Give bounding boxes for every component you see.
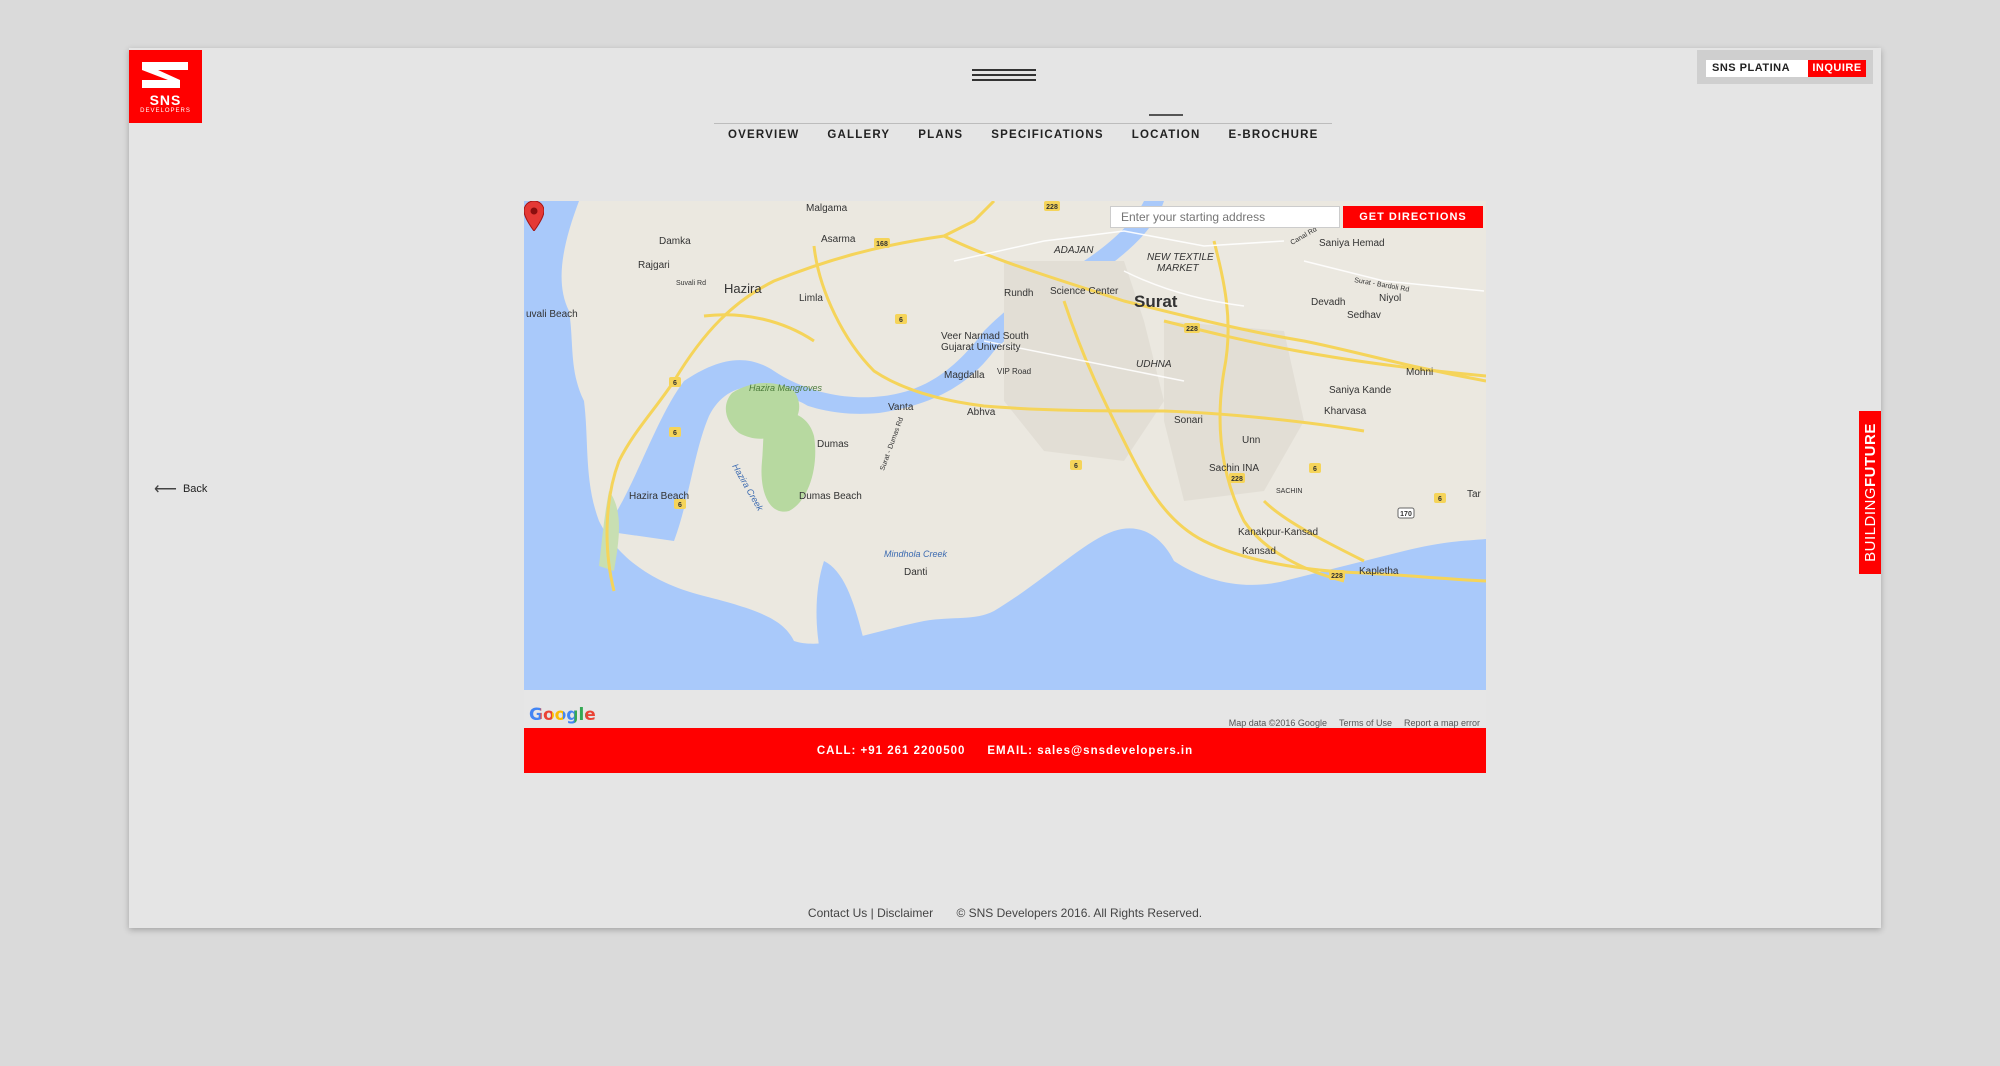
place-niyol: Niyol xyxy=(1379,293,1401,304)
copyright-text: © SNS Developers 2016. All Rights Reserv… xyxy=(956,906,1203,920)
place-damka: Damka xyxy=(659,236,691,247)
map-canvas[interactable]: Malgama Damka Asarma Rajgari Hazira Liml… xyxy=(524,201,1486,691)
place-market: MARKET xyxy=(1157,263,1200,274)
place-sedhav: Sedhav xyxy=(1347,310,1381,321)
inquire-button[interactable]: INQUIRE xyxy=(1808,60,1866,77)
place-kansad: Kansad xyxy=(1242,546,1276,557)
nav-e-brochure[interactable]: E-BROCHURE xyxy=(1215,124,1333,154)
main-nav: OVERVIEW GALLERY PLANS SPECIFICATIONS LO… xyxy=(714,114,1333,154)
place-rajgari: Rajgari xyxy=(638,260,670,271)
place-adajan: ADAJAN xyxy=(1053,245,1094,256)
place-gujarat-university: Gujarat University xyxy=(941,342,1020,353)
place-sachin-ina: Sachin INA xyxy=(1209,463,1259,474)
place-devadh: Devadh xyxy=(1311,297,1345,308)
place-uvali-beach: uvali Beach xyxy=(526,309,578,320)
tab-part1: BUILDING xyxy=(1861,486,1879,562)
place-unn: Unn xyxy=(1242,435,1260,446)
shield-6-b: 6 xyxy=(673,430,677,437)
place-surat: Surat xyxy=(1134,292,1178,311)
place-saniya-hemad: Saniya Hemad xyxy=(1319,238,1385,249)
contact-us-link[interactable]: Contact Us xyxy=(808,906,867,920)
place-sonari: Sonari xyxy=(1174,415,1203,426)
nav-plans[interactable]: PLANS xyxy=(904,124,977,154)
logo-mark-icon xyxy=(142,62,188,88)
place-danti: Danti xyxy=(904,567,927,578)
shield-6-g: 6 xyxy=(673,380,677,387)
place-udhna: UDHNA xyxy=(1136,359,1172,370)
contact-bar: CALL: +91 261 2200500 EMAIL: sales@snsde… xyxy=(524,728,1486,773)
disclaimer-link[interactable]: Disclaimer xyxy=(877,906,933,920)
place-rundh: Rundh xyxy=(1004,288,1033,299)
place-science-center: Science Center xyxy=(1050,286,1119,297)
shield-6-a: 6 xyxy=(899,317,903,324)
project-switcher: SNS PLATINA INQUIRE xyxy=(1697,50,1873,84)
shield-6-e: 6 xyxy=(1313,466,1317,473)
starting-address-input[interactable] xyxy=(1110,206,1340,228)
map-attribution: Map data ©2016 Google Terms of Use Repor… xyxy=(1229,718,1480,728)
shield-228-c: 228 xyxy=(1231,476,1243,483)
place-dumas-beach: Dumas Beach xyxy=(799,491,862,502)
place-asarma: Asarma xyxy=(821,234,856,245)
shield-170: 170 xyxy=(1400,511,1412,518)
back-label: Back xyxy=(182,483,208,495)
arrow-left-icon: ⟵ xyxy=(154,481,177,498)
place-kharvasa: Kharvasa xyxy=(1324,406,1367,417)
logo-subtext: DEVELOPERS xyxy=(140,108,191,114)
place-saniya-kande: Saniya Kande xyxy=(1329,385,1392,396)
terms-of-use-link[interactable]: Terms of Use xyxy=(1339,718,1392,728)
place-sachin: SACHIN xyxy=(1276,488,1302,495)
shield-6-f: 6 xyxy=(1438,496,1442,503)
place-hazira-mangroves: Hazira Mangroves xyxy=(749,383,823,393)
place-vip-road: VIP Road xyxy=(997,367,1031,376)
place-dumas: Dumas xyxy=(817,439,849,450)
nav-gallery[interactable]: GALLERY xyxy=(813,124,904,154)
place-kapletha: Kapletha xyxy=(1359,566,1399,577)
place-limla: Limla xyxy=(799,293,823,304)
footer-separator: | xyxy=(870,906,874,920)
shield-228-d: 228 xyxy=(1331,573,1343,580)
tab-part2: FUTURE xyxy=(1861,423,1879,487)
email-address[interactable]: EMAIL: sales@snsdevelopers.in xyxy=(987,745,1193,757)
page-frame: SNS DEVELOPERS SNS PLATINA INQUIRE OVERV… xyxy=(129,48,1881,928)
place-vanta: Vanta xyxy=(888,402,914,413)
project-name[interactable]: SNS PLATINA xyxy=(1706,60,1808,77)
place-veer-narmad: Veer Narmad South xyxy=(941,331,1029,342)
menu-icon[interactable] xyxy=(972,69,1036,85)
place-new-textile: NEW TEXTILE xyxy=(1147,252,1214,263)
map-data-text: Map data ©2016 Google xyxy=(1228,718,1327,728)
place-hazira: Hazira xyxy=(724,281,762,296)
shield-228-a: 228 xyxy=(1046,204,1058,211)
shield-6-c: 6 xyxy=(678,502,682,509)
shield-168: 168 xyxy=(876,241,888,248)
place-tar: Tar xyxy=(1467,489,1482,500)
brand-logo[interactable]: SNS DEVELOPERS xyxy=(129,50,202,123)
nav-specifications[interactable]: SPECIFICATIONS xyxy=(977,124,1117,154)
nav-location[interactable]: LOCATION xyxy=(1118,114,1215,154)
place-mohni: Mohni xyxy=(1406,367,1433,378)
report-map-error-link[interactable]: Report a map error xyxy=(1404,718,1480,728)
shield-228-b: 228 xyxy=(1186,326,1198,333)
google-logo[interactable]: Google xyxy=(529,705,596,725)
place-magdalla: Magdalla xyxy=(944,370,985,381)
place-mindhola: Mindhola Creek xyxy=(884,549,948,559)
nav-overview[interactable]: OVERVIEW xyxy=(714,124,813,154)
building-future-tab[interactable]: BUILDINGFUTURE xyxy=(1859,411,1881,574)
call-number[interactable]: CALL: +91 261 2200500 xyxy=(817,745,966,757)
place-malgama: Malgama xyxy=(806,203,848,214)
get-directions-button[interactable]: GET DIRECTIONS xyxy=(1343,206,1483,228)
back-link[interactable]: ⟵ Back xyxy=(154,479,207,499)
directions-bar: GET DIRECTIONS xyxy=(1110,206,1483,228)
location-map[interactable]: Malgama Damka Asarma Rajgari Hazira Liml… xyxy=(524,201,1486,728)
shield-6-d: 6 xyxy=(1074,463,1078,470)
footer: Contact Us | Disclaimer © SNS Developers… xyxy=(129,906,1881,920)
road-suvali: Suvali Rd xyxy=(676,280,706,287)
location-pin-icon[interactable] xyxy=(524,201,544,231)
place-abhva: Abhva xyxy=(967,407,996,418)
place-kanakpur: Kanakpur-Kansad xyxy=(1238,527,1318,538)
logo-text: SNS xyxy=(149,92,182,108)
